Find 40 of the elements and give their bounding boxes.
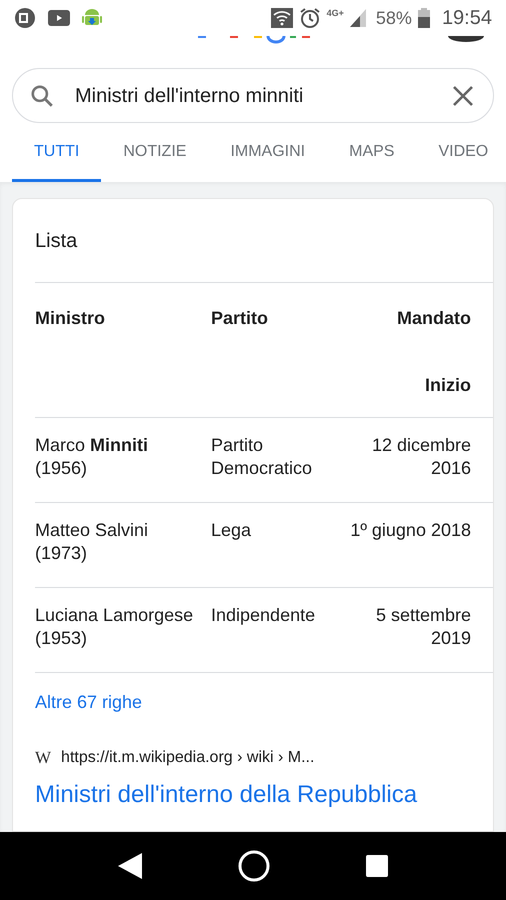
alarm-icon: [298, 7, 321, 29]
minister-name: Marco Minniti: [35, 434, 148, 457]
column-header: Partito: [211, 307, 270, 330]
app-icon: [14, 7, 36, 29]
video-play-icon: [48, 10, 70, 26]
search-field[interactable]: Ministri dell'interno minniti: [12, 68, 494, 123]
party-name: Lega: [211, 520, 252, 540]
battery-percentage: 58%: [376, 6, 412, 30]
start-date: 12 dicembre 2016: [372, 435, 471, 478]
battery-icon: [418, 8, 430, 28]
signal-icon: [350, 9, 366, 27]
more-rows-link[interactable]: Altre 67 righe: [35, 688, 142, 716]
start-date: 1º giugno 2018: [350, 520, 471, 540]
search-icon: [29, 82, 55, 108]
close-icon: [452, 84, 474, 106]
column-header: Ministro: [35, 307, 106, 330]
tab[interactable]: NOTIZIE: [101, 125, 208, 182]
favicon: W: [35, 747, 52, 769]
back-icon[interactable]: [118, 853, 142, 879]
tab[interactable]: IMMAGINI: [208, 125, 328, 182]
home-icon[interactable]: [238, 850, 270, 882]
tab[interactable]: TUTTI: [12, 125, 102, 182]
column-header: Mandato: [396, 307, 471, 330]
party-name: Partito Democratico: [211, 435, 312, 478]
wifi-icon: [270, 8, 293, 28]
network-type: 4G+: [326, 7, 344, 20]
start-date: 5 settembre 2019: [376, 605, 471, 648]
birth-year: (1956): [35, 457, 88, 480]
party-name: Indipendente: [211, 605, 316, 625]
result-title[interactable]: Ministri dell'interno della Repubblica: [35, 776, 493, 812]
tab[interactable]: VIDEO: [416, 125, 494, 182]
minister-name: Luciana Lamorgese: [35, 604, 194, 627]
birth-year: (1953): [35, 627, 88, 650]
minister-name: Matteo Salvini: [35, 519, 148, 542]
tab[interactable]: MAPS: [327, 125, 416, 182]
clock: 19:54: [442, 6, 492, 31]
card-title: Lista: [35, 199, 493, 283]
birth-year: (1973): [35, 542, 88, 565]
column-subheader: Inizio: [425, 374, 471, 397]
result-url: https://it.m.wikipedia.org › wiki › M...: [61, 748, 314, 768]
